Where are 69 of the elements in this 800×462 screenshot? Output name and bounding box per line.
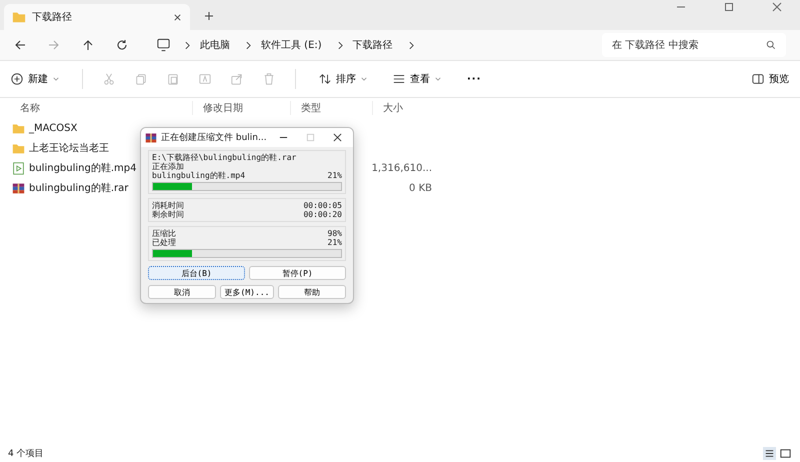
breadcrumb-item[interactable]: 此电脑 [200, 38, 230, 52]
lines-icon [393, 73, 405, 85]
video-file-icon [12, 162, 25, 174]
dialog-title: 正在创建压缩文件 bulin... [161, 132, 268, 144]
search-icon [766, 40, 776, 50]
breadcrumb-item[interactable]: 下载路径 [352, 38, 393, 52]
stat-value: 00:00:05 [303, 201, 342, 210]
dialog-button[interactable]: 暂停(P) [249, 266, 346, 280]
current-file: bulingbuling的鞋.mp4 [152, 171, 246, 180]
sort-arrows-icon [319, 73, 331, 85]
action-label: 正在添加 [152, 162, 185, 171]
dialog-button[interactable]: 取消 [148, 285, 216, 299]
dialog-button[interactable]: 帮助 [278, 285, 346, 299]
sort-button[interactable]: 排序 [316, 69, 370, 89]
column-header[interactable]: 名称 [10, 101, 192, 115]
stat-label: 已处理 [152, 238, 176, 247]
computer-icon [156, 38, 171, 52]
archive-path: E:\下载路径\bulingbuling的鞋.rar [152, 153, 298, 162]
dialog-button[interactable]: 更多(M)... [220, 285, 274, 299]
column-header[interactable]: 类型 [290, 101, 372, 115]
column-header[interactable]: 大小 [372, 101, 428, 115]
folder-icon [12, 10, 26, 24]
column-header[interactable]: 修改日期 [192, 101, 290, 115]
file-name[interactable]: bulingbuling的鞋.mp4 [29, 161, 136, 175]
tiles-view-icon[interactable] [779, 446, 792, 460]
breadcrumb-item[interactable]: 软件工具 (E:) [261, 38, 322, 52]
up-icon[interactable] [82, 39, 94, 51]
file-name[interactable]: bulingbuling的鞋.rar [29, 181, 128, 195]
view-button[interactable]: 查看 [390, 69, 444, 89]
folder-icon [12, 122, 25, 134]
back-icon[interactable] [14, 39, 26, 51]
file-name[interactable]: 上老王论坛当老王 [29, 141, 109, 155]
stat-label: 剩余时间 [152, 210, 184, 219]
chevron-icon[interactable] [185, 40, 190, 50]
address-bar[interactable]: 此电脑 软件工具 (E:) 下载路径 [148, 32, 588, 58]
tab[interactable]: 下载路径 [4, 4, 190, 30]
file-name[interactable]: _MACOSX [29, 122, 78, 134]
refresh-icon[interactable] [116, 39, 128, 51]
more-button[interactable]: ··· [464, 70, 484, 88]
item-count: 4 个项目 [8, 448, 44, 460]
caret-icon [361, 77, 367, 81]
preview-button[interactable]: 预览 [749, 69, 792, 89]
stat-label: 压缩比 [152, 229, 176, 238]
close-icon[interactable] [333, 133, 342, 142]
archive-icon [12, 182, 25, 194]
chevron-icon[interactable] [408, 40, 414, 50]
chevron-icon[interactable] [338, 40, 343, 50]
caret-icon [53, 77, 59, 81]
stat-value: 21% [328, 238, 342, 247]
details-view-icon[interactable] [763, 446, 776, 460]
new-button[interactable]: 新建 [8, 69, 62, 89]
folder-icon [12, 142, 25, 154]
panel-icon [752, 73, 764, 85]
stat-value: 00:00:20 [303, 210, 342, 219]
file-size: 1,316,610... [372, 162, 432, 174]
close-icon[interactable] [173, 12, 182, 22]
file-percent: 21% [328, 171, 342, 180]
maximize-icon[interactable] [724, 2, 734, 12]
dialog-button[interactable]: 后台(B) [148, 266, 245, 280]
stat-value: 98% [328, 229, 342, 238]
plus-circle-icon [11, 73, 23, 85]
stat-label: 消耗时间 [152, 201, 184, 210]
chevron-icon[interactable] [246, 40, 251, 50]
maximize-icon [306, 133, 315, 142]
search-field[interactable]: 在 下载路径 中搜索 [602, 33, 786, 57]
file-size: 0 KB [409, 182, 432, 194]
archive-icon [145, 132, 157, 144]
caret-icon [435, 77, 441, 81]
new-tab-icon[interactable] [204, 11, 214, 21]
